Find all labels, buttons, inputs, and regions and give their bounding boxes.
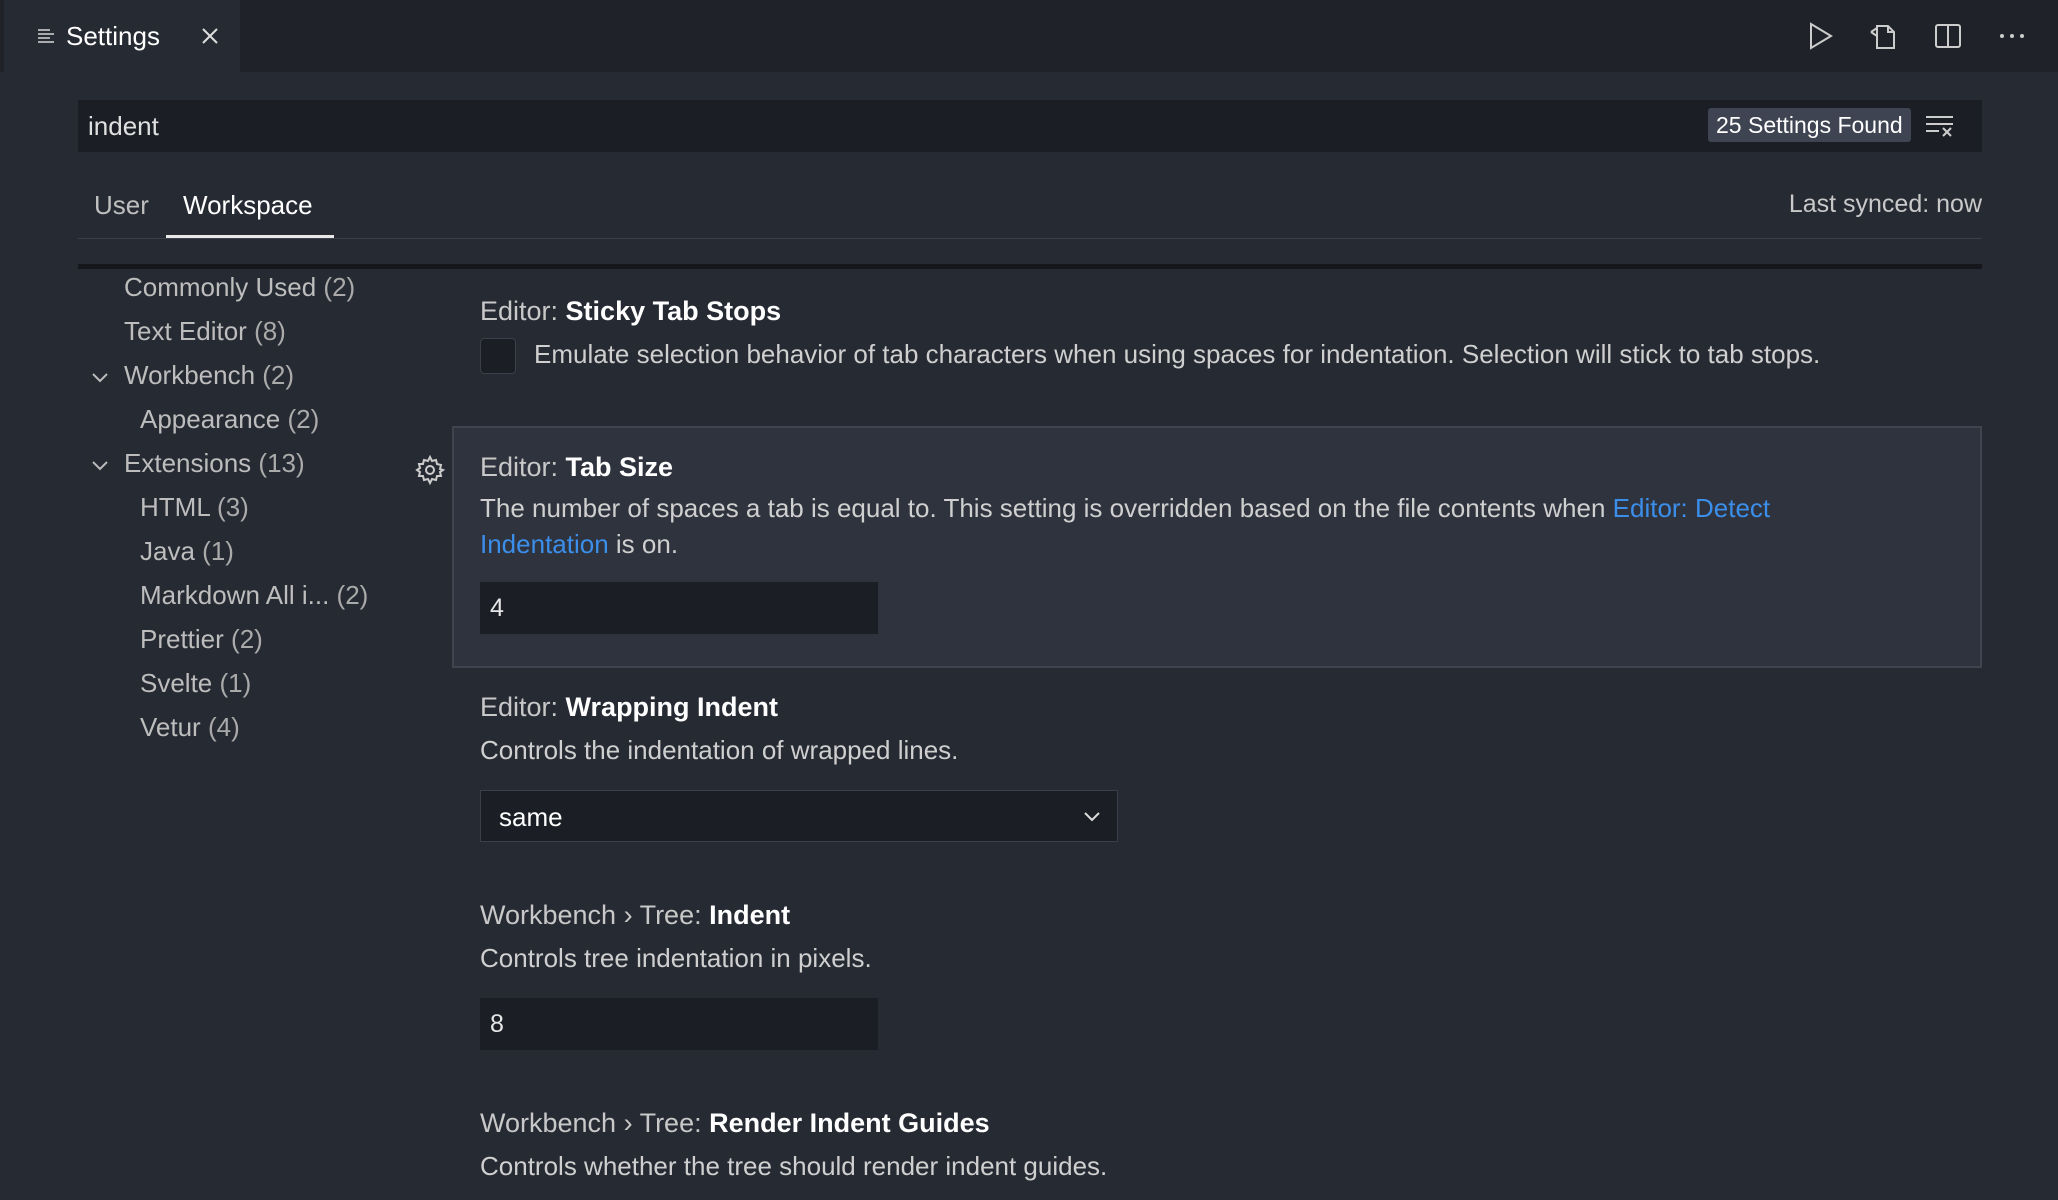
close-tab-icon[interactable]: [196, 22, 224, 50]
active-tab-indicator: [166, 235, 334, 238]
toc-item-commonly-used[interactable]: Commonly Used (2): [124, 272, 355, 303]
setting-description: Controls whether the tree should render …: [480, 1151, 1108, 1181]
setting-title: Editor: Tab Size: [480, 452, 674, 482]
chevron-down-icon[interactable]: [90, 456, 110, 476]
settings-tab[interactable]: Settings: [4, 0, 240, 72]
setting-description: Emulate selection behavior of tab charac…: [534, 339, 1821, 369]
toc-item-java[interactable]: Java (1): [140, 536, 234, 567]
toc-item-extensions[interactable]: Extensions (13): [124, 448, 305, 479]
run-icon[interactable]: [1800, 14, 1840, 58]
select-value: same: [499, 802, 563, 832]
setting-description: Controls the indentation of wrapped line…: [480, 735, 959, 765]
setting-description: Controls tree indentation in pixels.: [480, 943, 872, 973]
tab-size-input[interactable]: [480, 582, 878, 634]
setting-render-indent-guides: Workbench › Tree: Render Indent Guides C…: [452, 1090, 1982, 1200]
tab-user[interactable]: User: [94, 190, 149, 221]
scroll-shadow: [78, 264, 1982, 269]
setting-description: The number of spaces a tab is equal to. …: [480, 493, 1771, 559]
setting-title: Editor: Sticky Tab Stops: [480, 296, 782, 326]
more-actions-icon[interactable]: [1992, 14, 2032, 58]
wrapping-indent-select[interactable]: same: [480, 790, 1118, 842]
gear-icon[interactable]: [414, 454, 446, 486]
setting-tree-indent: Workbench › Tree: Indent Controls tree i…: [452, 882, 1982, 1092]
toc-item-prettier[interactable]: Prettier (2): [140, 624, 263, 655]
sync-status: Last synced: now: [1788, 190, 1982, 218]
setting-wrapping-indent: Editor: Wrapping Indent Controls the ind…: [452, 674, 1982, 884]
toc-item-text-editor[interactable]: Text Editor (8): [124, 316, 286, 347]
settings-scope-tabs: User Workspace Last synced: now: [78, 182, 1982, 239]
chevron-down-icon: [1084, 812, 1100, 822]
clear-filter-icon[interactable]: [1924, 110, 1956, 142]
sticky-tab-stops-checkbox[interactable]: [480, 338, 516, 374]
settings-search-input[interactable]: [88, 106, 1588, 146]
setting-sticky-tab-stops: Editor: Sticky Tab Stops Emulate selecti…: [452, 280, 1982, 420]
tab-label: Settings: [66, 20, 160, 51]
tab-workspace[interactable]: Workspace: [183, 190, 313, 221]
toc-item-appearance[interactable]: Appearance (2): [140, 404, 319, 435]
chevron-down-icon[interactable]: [90, 368, 110, 388]
results-count-badge: 25 Settings Found: [1708, 108, 1911, 142]
settings-search-box: 25 Settings Found: [78, 100, 1982, 152]
setting-title: Workbench › Tree: Render Indent Guides: [480, 1108, 990, 1138]
settings-file-icon: [38, 29, 54, 43]
setting-tab-size: Editor: Tab Size The number of spaces a …: [452, 426, 1982, 668]
toc-item-svelte[interactable]: Svelte (1): [140, 668, 251, 699]
editor-tab-bar: Settings: [0, 0, 2058, 72]
open-settings-json-icon[interactable]: [1864, 14, 1904, 58]
toc-item-vetur[interactable]: Vetur (4): [140, 712, 240, 743]
toc-item-workbench[interactable]: Workbench (2): [124, 360, 294, 391]
toc-item-html[interactable]: HTML (3): [140, 492, 249, 523]
split-editor-icon[interactable]: [1928, 14, 1968, 58]
toc-item-markdown[interactable]: Markdown All i... (2): [140, 580, 368, 611]
setting-title: Editor: Wrapping Indent: [480, 692, 779, 722]
tree-indent-input[interactable]: [480, 998, 878, 1050]
setting-title: Workbench › Tree: Indent: [480, 900, 791, 930]
